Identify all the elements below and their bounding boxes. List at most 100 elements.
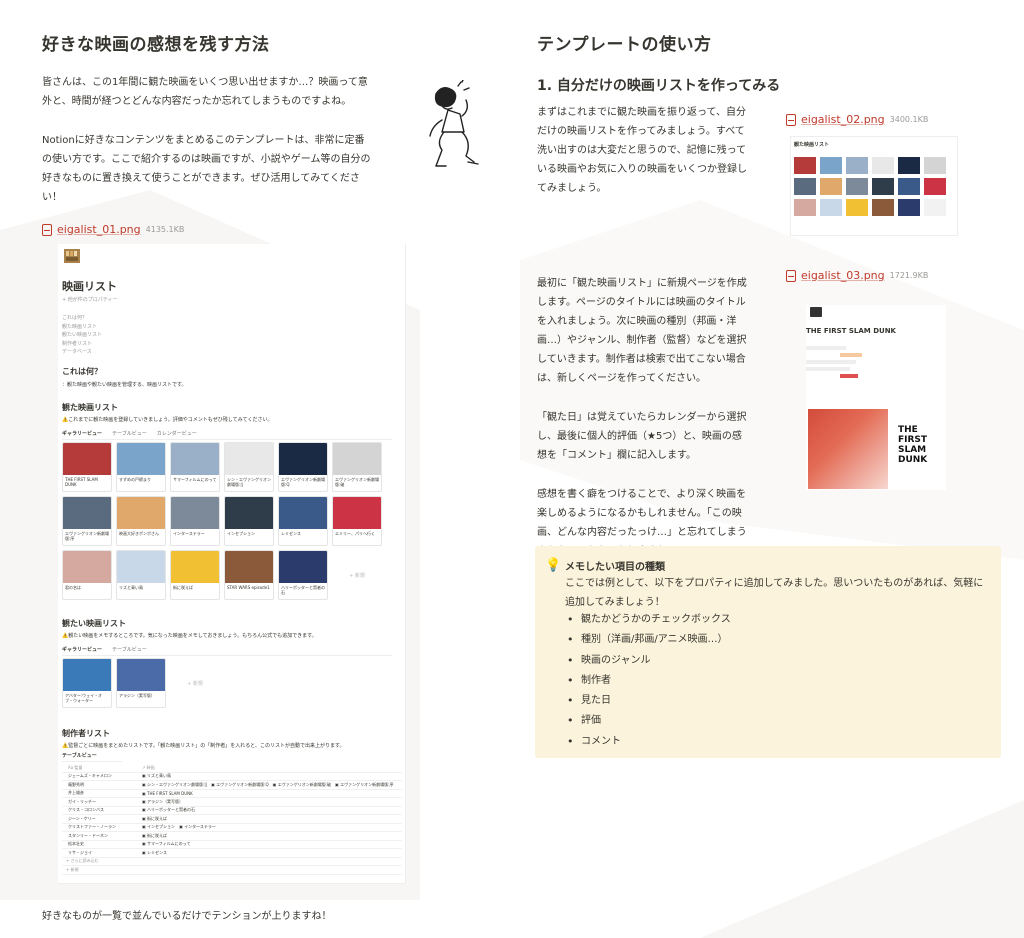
bookshelf-icon <box>64 249 80 263</box>
usage-title: テンプレートの使い方 <box>537 35 712 55</box>
tab-gallery[interactable]: ギャラリービュー <box>62 430 102 437</box>
card-cover-image <box>333 497 381 529</box>
section-text-what: ：観た映画や観たい映画を管理する、映画リストです。 <box>62 382 187 388</box>
toc-item[interactable]: 観た映画リスト <box>62 323 102 332</box>
section-text-creators: ⚠️監督ごとに映画をまとめたリストです。「観た映画リスト」の「制作者」を入れると… <box>62 743 345 749</box>
poster-thumbnail <box>846 178 868 195</box>
list-item: コメント <box>565 732 731 753</box>
new-row-button[interactable]: + 新規 <box>62 866 402 875</box>
page-title: 好きな映画の感想を残す方法 <box>42 35 270 55</box>
gallery-card[interactable]: 君の名は <box>62 550 112 600</box>
gallery-card[interactable]: STAR WARS episode1 <box>224 550 274 600</box>
gallery-card[interactable]: エヴァンゲリオン新劇場版:破 <box>332 442 382 492</box>
tab-table[interactable]: テーブルビュー <box>112 646 147 653</box>
table-row[interactable]: リサ・ジョイ ▣ レミゼンス <box>62 849 402 858</box>
view-tabs-want: ギャラリービュー テーブルビュー <box>62 646 392 656</box>
poster-title: THE FIRST SLAM DUNK <box>898 425 928 465</box>
file-name[interactable]: eigalist_01.png <box>57 223 141 236</box>
view-tabs-watched: ギャラリービュー テーブルビュー カレンダービュー <box>62 430 392 440</box>
gallery-card[interactable]: アラジン（実写版） <box>116 658 166 708</box>
gallery-card[interactable]: サマーフィルムにのって <box>170 442 220 492</box>
movie-link[interactable]: ▣ エヴァンゲリオン新劇場版:破 <box>273 782 331 788</box>
toc-item[interactable]: これは何？ <box>62 314 102 323</box>
gallery-card[interactable]: インターステラー <box>170 496 220 546</box>
table-row[interactable]: 井上雄彦 ▣ THE FIRST SLAM DUNK <box>62 790 402 798</box>
card-title: THE FIRST SLAM DUNK <box>65 477 98 487</box>
card-cover-image <box>63 551 111 583</box>
load-more-button[interactable]: + さらに読み込む <box>62 858 402 866</box>
poster-thumbnail <box>898 199 920 216</box>
list-item: 制作者 <box>565 671 731 692</box>
movie-link[interactable]: ▣ リズと青い鳥 <box>142 773 171 779</box>
step1-heading: 1. 自分だけの映画リストを作ってみる <box>537 78 781 94</box>
tab-table[interactable]: テーブルビュー <box>112 430 147 437</box>
movie-link[interactable]: ▣ シン・エヴァンゲリオン劇場版:|| <box>142 782 207 788</box>
poster-thumbnail <box>872 199 894 216</box>
gallery-card[interactable]: インセプション <box>224 496 274 546</box>
gallery-card[interactable]: リズと青い鳥 <box>116 550 166 600</box>
gallery-card[interactable]: 映画大好きポンポさん <box>116 496 166 546</box>
table-row[interactable]: ジーン・ケリー ▣ 街に咲えば <box>62 815 402 824</box>
file-name[interactable]: eigalist_02.png <box>801 113 885 126</box>
poster-thumbnail <box>924 157 946 174</box>
card-cover-image <box>117 497 165 529</box>
gallery-card[interactable]: エヴァンゲリオン新劇場版:序 <box>62 496 112 546</box>
file-link-01[interactable]: eigalist_01.png 4135.1KB <box>42 223 372 236</box>
toc-item[interactable]: 制作者リスト <box>62 340 102 349</box>
gallery-card[interactable]: エヴァンゲリオン新劇場版:Q <box>278 442 328 492</box>
gallery-card[interactable]: すずめの戸締まり <box>116 442 166 492</box>
movie-link[interactable]: ▣ 街に咲えば <box>142 816 167 822</box>
movie-link[interactable]: ▣ ハリーポッターと賢者の石 <box>142 807 195 813</box>
file-icon <box>786 113 796 126</box>
file-name[interactable]: eigalist_03.png <box>801 269 885 282</box>
section-heading-watched: 観た映画リスト <box>62 403 118 412</box>
table-row[interactable]: クリストファー・ノーラン ▣ インセプション ▣ インターステラー <box>62 824 402 832</box>
gallery-card[interactable]: レミゼンス <box>278 496 328 546</box>
file-link-03[interactable]: eigalist_03.png 1721.9KB <box>786 269 928 282</box>
table-row[interactable]: ガイ・リッチー ▣ アラジン（実写版） <box>62 798 402 807</box>
file-icon <box>786 269 796 282</box>
gallery-card[interactable]: THE FIRST SLAM DUNK <box>62 442 112 492</box>
tab-gallery[interactable]: ギャラリービュー <box>62 646 102 653</box>
table-row[interactable]: 松本壮史 ▣ サマーフィルムにのって <box>62 841 402 849</box>
poster-thumbnail <box>820 199 842 216</box>
gallery-card[interactable]: シン・エヴァンゲリオン劇場版:|| <box>224 442 274 492</box>
table-row[interactable]: ジェームズ・キャメロン ▣ リズと青い鳥 <box>62 773 402 781</box>
movie-link[interactable]: ▣ レミゼンス <box>142 850 167 856</box>
mock-title: 映画リスト <box>62 280 117 293</box>
movie-link[interactable]: ▣ アラジン（実写版） <box>142 799 183 805</box>
add-card-button[interactable]: + 新規 <box>332 550 382 600</box>
table-row[interactable]: クリス・コロンバス ▣ ハリーポッターと賢者の石 <box>62 807 402 815</box>
movie-link[interactable]: ▣ エヴァンゲリオン新劇場版:序 <box>335 782 393 788</box>
tab-calendar[interactable]: カレンダービュー <box>157 430 197 437</box>
director-cell: ジェームズ・キャメロン <box>68 773 112 779</box>
file-link-02[interactable]: eigalist_02.png 3400.1KB <box>786 113 928 126</box>
add-card-button[interactable]: + 新規 <box>170 658 220 708</box>
thumb3-properties <box>806 343 866 381</box>
movie-link[interactable]: ▣ インセプション <box>142 824 175 830</box>
gallery-card[interactable]: 街に咲えば <box>170 550 220 600</box>
toc-item[interactable]: 観たい映画リスト <box>62 331 102 340</box>
list-item: 種別（洋画/邦画/アニメ映画…） <box>565 630 731 651</box>
toc-item[interactable]: データベース <box>62 348 102 357</box>
movie-link[interactable]: ▣ インターステラー <box>179 824 216 830</box>
card-title: すずめの戸締まり <box>119 477 151 482</box>
movie-link[interactable]: ▣ サマーフィルムにのって <box>142 841 190 847</box>
gallery-card[interactable]: ハリーポッターと賢者の石 <box>278 550 328 600</box>
table-row[interactable]: スタンリー・ドーネン ▣ 街に咲えば <box>62 832 402 841</box>
gallery-card[interactable]: エミリー、パリへ行く <box>332 496 382 546</box>
card-title: インセプション <box>227 531 255 536</box>
movies-cell: ▣ シン・エヴァンゲリオン劇場版:|| ▣ エヴァンゲリオン新劇場版:Q ▣ エヴァ… <box>142 782 402 788</box>
card-cover-image <box>117 659 165 691</box>
mock-property-toggle[interactable]: + 他が件のプロパティー <box>62 296 117 303</box>
movie-link[interactable]: ▣ エヴァンゲリオン新劇場版:Q <box>211 782 269 788</box>
file-icon <box>42 223 52 236</box>
poster-thumbnail <box>872 157 894 174</box>
left-column: 好きな映画の感想を残す方法 皆さんは、この1年間に観た映画をいくつ思い出せますか… <box>42 30 372 236</box>
tab-table[interactable]: テーブルビュー <box>62 752 97 759</box>
table-row[interactable]: 庵野秀明 ▣ シン・エヴァンゲリオン劇場版:|| ▣ エヴァンゲリオン新劇場版:Q ▣… <box>62 781 402 790</box>
card-title: 君の名は <box>65 585 81 590</box>
movie-link[interactable]: ▣ 街に咲えば <box>142 833 167 839</box>
gallery-card[interactable]: アバター:ウェイ・オブ・ウォーター <box>62 658 112 708</box>
movie-link[interactable]: ▣ THE FIRST SLAM DUNK <box>142 791 193 796</box>
